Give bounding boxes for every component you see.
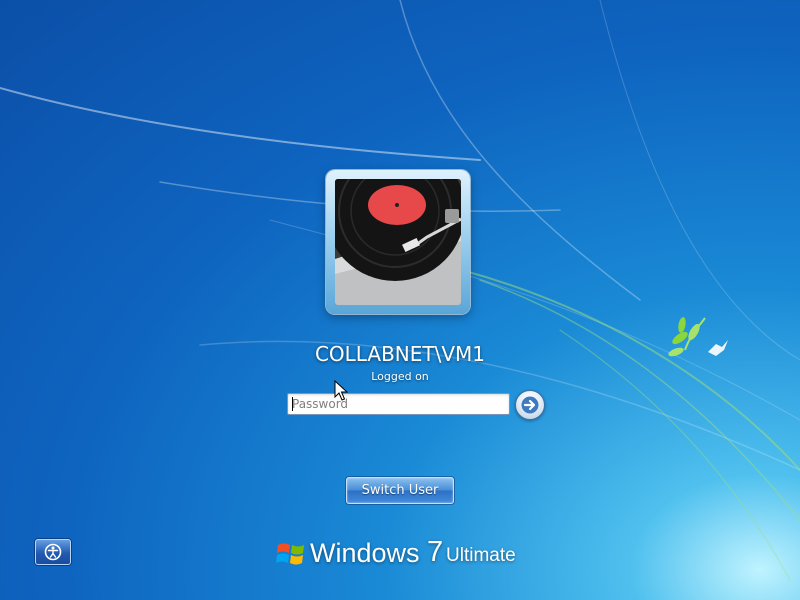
- record-player-icon: [335, 179, 461, 305]
- switch-user-button[interactable]: Switch User: [346, 477, 454, 504]
- windows-branding: Windows 7 Ultimate: [276, 536, 526, 576]
- username-label: COLLABNET\VM1: [314, 342, 486, 366]
- arrow-right-icon: [521, 396, 539, 414]
- ease-of-access-icon: [44, 543, 62, 561]
- mouse-pointer-icon: [334, 380, 348, 401]
- ease-of-access-button[interactable]: [35, 539, 71, 565]
- windows-wordmark: Windows: [310, 538, 420, 568]
- windows-version: 7: [427, 536, 444, 568]
- user-avatar: [335, 179, 461, 305]
- windows-edition: Ultimate: [446, 545, 516, 566]
- password-input[interactable]: [287, 393, 510, 415]
- submit-arrow-button[interactable]: [515, 390, 545, 420]
- leaf-sprig-icon: [668, 317, 706, 357]
- logon-status: Logged on: [371, 370, 429, 383]
- text-caret: [292, 397, 293, 411]
- windows-flag-icon: [276, 543, 304, 565]
- user-tile: [326, 170, 470, 314]
- bird-icon: [708, 340, 728, 356]
